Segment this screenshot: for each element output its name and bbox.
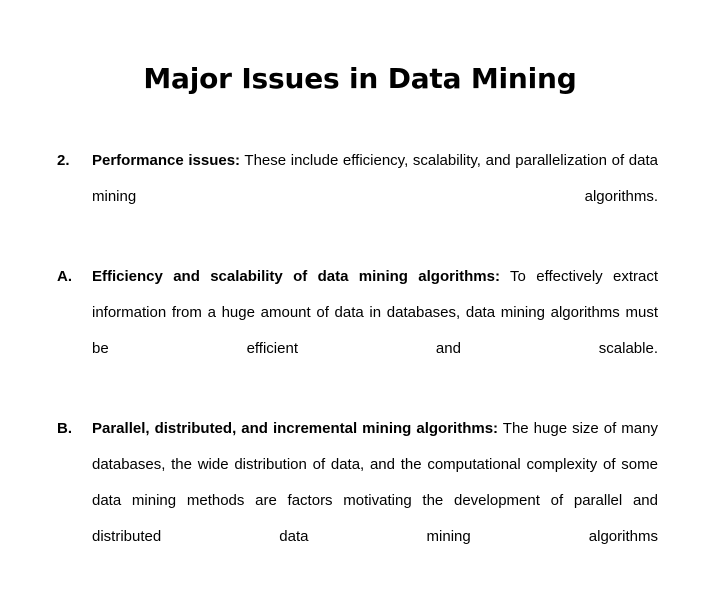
list-item: 2. Performance issues: These include eff…: [57, 143, 658, 251]
list-item: A. Efficiency and scalability of data mi…: [57, 259, 658, 403]
slide: Major Issues in Data Mining 2. Performan…: [0, 0, 720, 545]
list-item-marker: A.: [57, 268, 72, 285]
list-item-marker: B.: [57, 420, 72, 437]
list-item-body: The huge size of many databases, the wid…: [92, 420, 658, 545]
bullet-list: 2. Performance issues: These include eff…: [57, 143, 658, 591]
list-item-lead: Efficiency and scalability of data minin…: [92, 268, 500, 285]
list-item-text: Performance issues: These include effici…: [92, 143, 658, 251]
list-item: B. Parallel, distributed, and incrementa…: [57, 411, 658, 591]
list-item-text: Parallel, distributed, and incremental m…: [92, 411, 658, 591]
list-item-lead: Performance issues:: [92, 152, 241, 169]
list-item-lead: Parallel, distributed, and incremental m…: [92, 420, 499, 437]
page-title: Major Issues in Data Mining: [143, 62, 577, 95]
list-item-text: Efficiency and scalability of data minin…: [92, 259, 658, 403]
list-item-marker: 2.: [57, 152, 70, 169]
